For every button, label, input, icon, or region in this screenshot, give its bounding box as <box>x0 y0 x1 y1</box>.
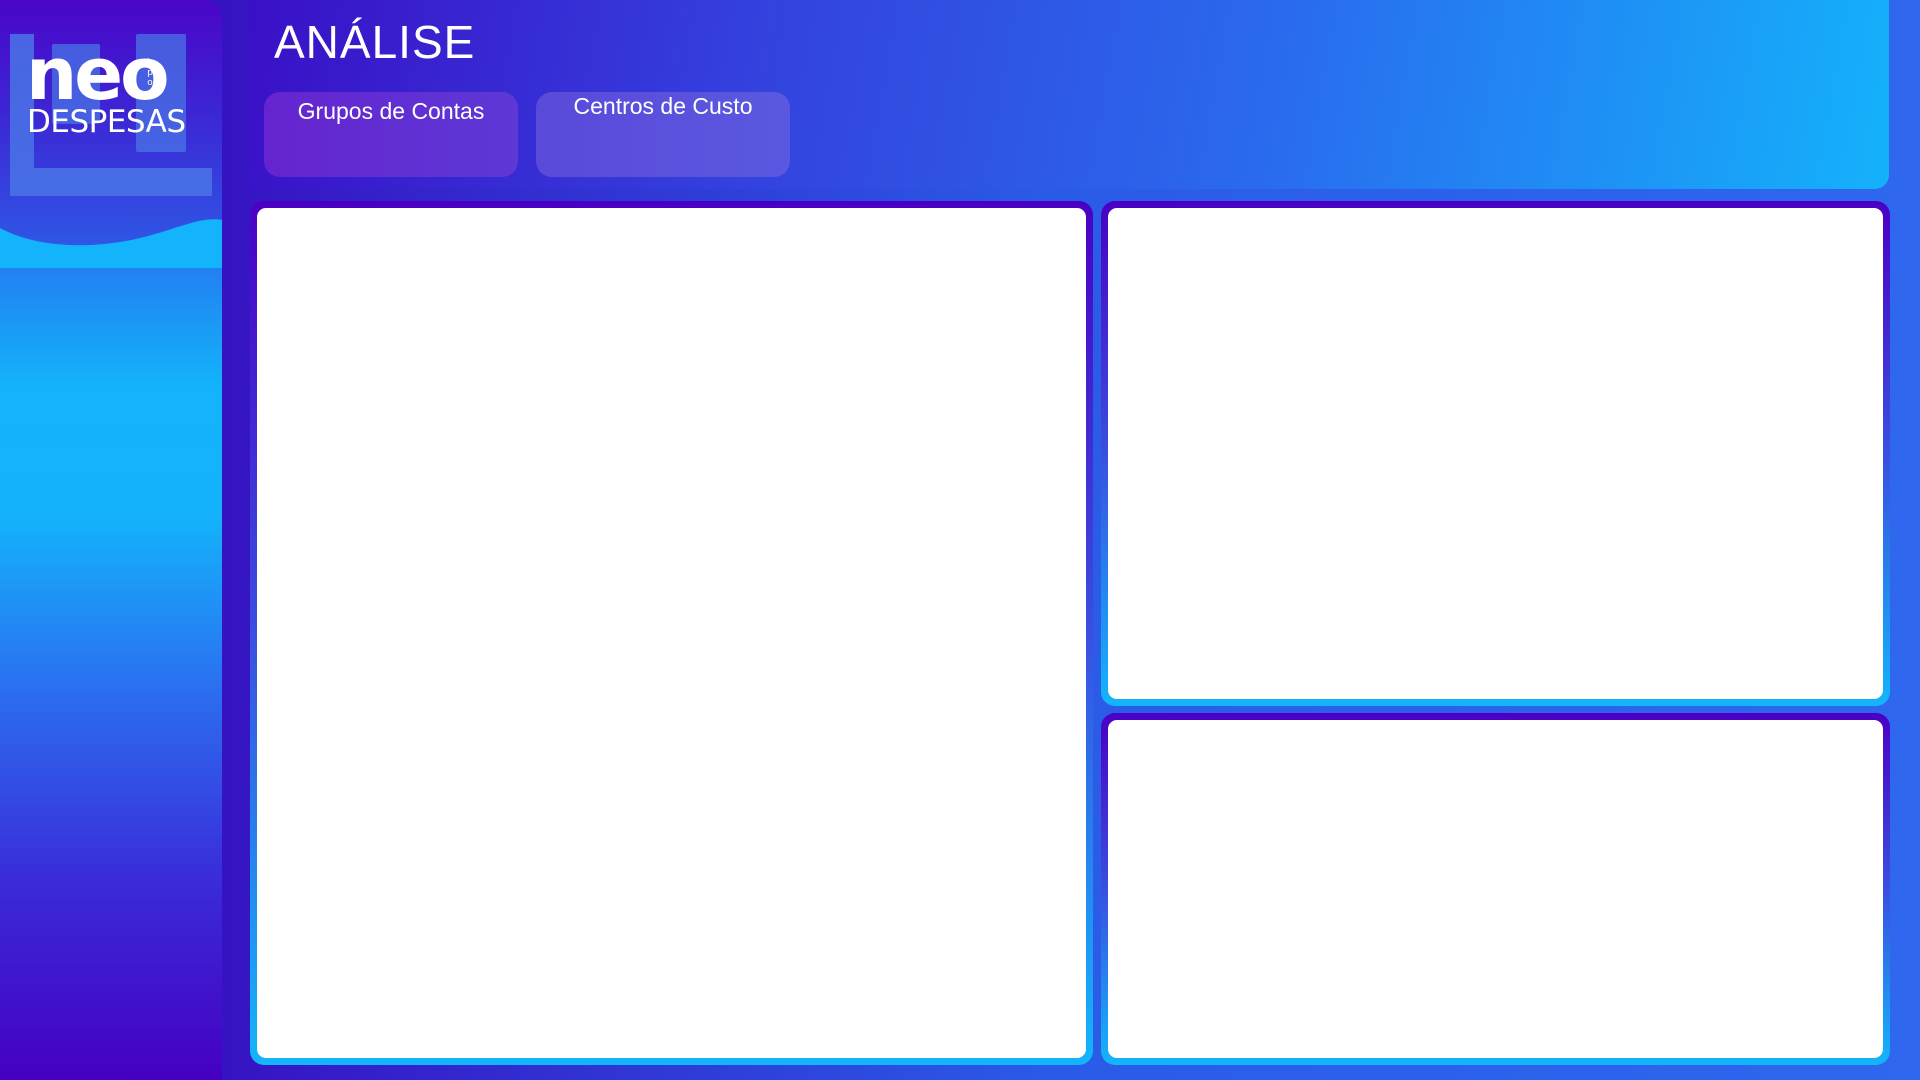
panel-content-area <box>1108 208 1883 699</box>
tab-label: Centros de Custo <box>573 93 753 119</box>
panel-main-left <box>250 201 1093 1065</box>
panel-top-right <box>1101 201 1890 706</box>
panel-bottom-right <box>1101 713 1890 1065</box>
tab-centros-de-custo[interactable]: Centros de Custo <box>536 92 790 177</box>
tab-grupos-de-contas[interactable]: Grupos de Contas <box>264 92 518 177</box>
sidebar-wave-decoration <box>0 219 222 268</box>
logo-bpo-text: bpo <box>147 58 153 88</box>
sidebar: neo bpo DESPESAS <box>0 0 222 1080</box>
panel-content-area <box>257 208 1086 1058</box>
logo-product-text: DESPESAS <box>27 104 186 140</box>
page-title: ANÁLISE <box>274 16 476 68</box>
tab-label: Grupos de Contas <box>297 98 485 124</box>
page-header: ANÁLISE Grupos de Contas Centros de Cust… <box>248 0 1889 189</box>
panel-content-area <box>1108 720 1883 1058</box>
